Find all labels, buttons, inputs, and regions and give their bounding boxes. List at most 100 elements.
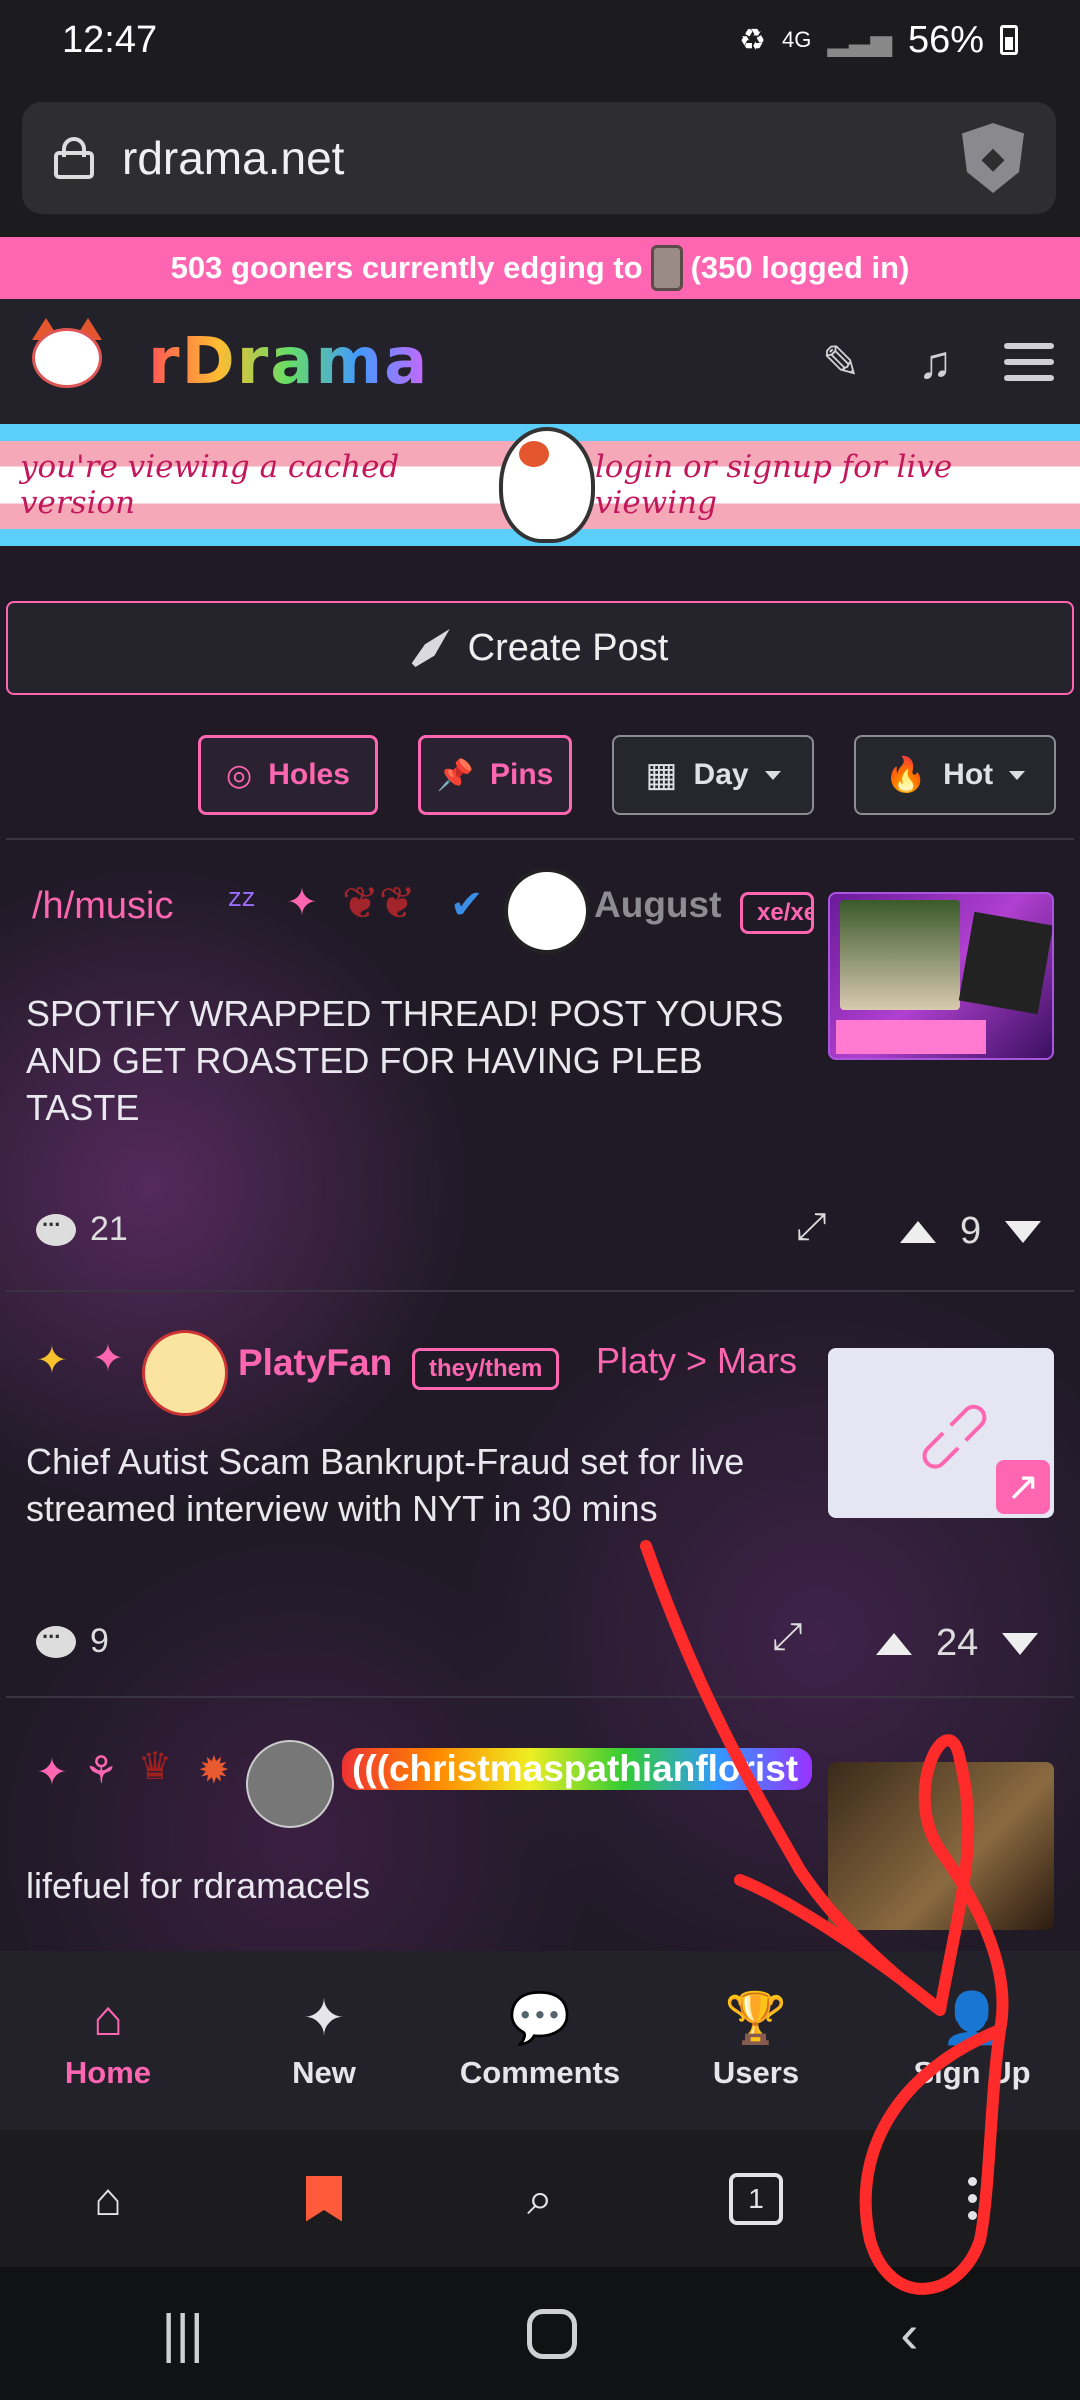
user-plus-icon: 👤 [940,1989,1004,2046]
time-filter-dropdown[interactable]: ▦ Day [612,735,814,815]
cached-version-banner: you're viewing a cached version login or… [0,424,1080,546]
pin-badge-icon: ✦ [286,882,318,924]
time-filter-label: Day [693,758,749,791]
external-link-icon[interactable]: ↗ [996,1460,1050,1514]
bookmark-icon [306,2175,342,2222]
search-icon[interactable]: ⌕ [500,2159,580,2239]
post-card[interactable]: ✦ ✦ PlatyFan they/them Platy > Mars ⊂⊃ ↗… [6,1290,1074,1696]
nav-comments-label: Comments [459,2054,621,2090]
lock-icon[interactable] [54,137,94,179]
jar-icon [650,245,683,291]
system-navigation-bar: ||| ‹ [0,2267,1080,2400]
author-name[interactable]: (((christmaspathianflorist [342,1748,812,1790]
tab-count: 1 [729,2172,783,2225]
site-bottom-nav: ⌂ Home ✦ New 💬 Comments 🏆 Users 👤 Sign U… [0,1951,1080,2130]
back-icon[interactable]: ‹ [900,2303,918,2365]
comments-link[interactable]: 21 [36,1206,128,1249]
post-score: 9 [960,1210,982,1252]
feather-icon[interactable]: ✎ [816,335,866,389]
post-thumbnail[interactable] [828,892,1054,1060]
post-thumbnail[interactable] [828,1762,1054,1930]
author-name[interactable]: PlatyFan [238,1342,392,1384]
flame-icon: 🔥 [884,756,928,794]
bookmarks-button[interactable] [284,2159,364,2239]
author-avatar[interactable] [504,868,590,954]
post-card[interactable]: ✦ ⚘ ♛ ✹ (((christmaspathianflorist lifef… [6,1696,1074,1956]
sort-dropdown[interactable]: 🔥 Hot [854,735,1056,815]
nav-users[interactable]: 🏆 Users [648,1951,864,2130]
nav-home-label: Home [64,2054,152,2090]
address-bar[interactable]: rdrama.net ◆ [22,102,1056,214]
cat-logo-icon[interactable] [26,316,108,408]
comment-icon [36,1618,76,1658]
author-avatar[interactable] [142,1330,228,1416]
author-name[interactable]: August [594,884,721,926]
pins-label: Pins [490,758,554,791]
nav-signup-label: Sign Up [913,2054,1031,2090]
author-avatar[interactable] [246,1740,334,1828]
upvote-icon[interactable] [876,1632,912,1655]
expand-icon[interactable]: ⤢ [796,1206,826,1249]
web-page: 503 gooners currently edging to (350 log… [0,237,1080,2130]
post-title[interactable]: lifefuel for rdramacels [26,1862,786,1909]
login-signup-link[interactable]: login or signup for live viewing [595,449,1060,521]
crown-badge-icon: ♛ [138,1746,173,1788]
comment-icon: 💬 [508,1989,572,2046]
holes-button[interactable]: ◎ Holes [198,735,378,815]
vote-controls: 24 [876,1622,1039,1665]
online-count-banner: 503 gooners currently edging to (350 log… [0,237,1080,299]
browser-home-icon[interactable]: ⌂ [68,2159,148,2239]
comment-icon [36,1206,76,1246]
sparkles-icon: ✦ [303,1989,345,2046]
tabs-button[interactable]: 1 [716,2159,796,2239]
vote-controls: 9 [900,1210,1042,1253]
nav-comments[interactable]: 💬 Comments [432,1951,648,2130]
sort-label: Hot [943,758,994,791]
post-score: 24 [936,1622,979,1664]
link-icon: ⊂⊃ [900,1382,1007,1490]
url-text[interactable]: rdrama.net [122,131,962,185]
cached-notice: you're viewing a cached version [20,449,400,521]
nav-new-label: New [292,2054,356,2090]
post-filters: ◎ Holes 📌 Pins ▦ Day 🔥 Hot [0,735,1080,819]
comments-link[interactable]: 9 [36,1618,109,1661]
music-icon[interactable]: ♫ [910,335,960,389]
chevron-down-icon [764,770,781,780]
comment-count: 9 [90,1622,109,1660]
post-title[interactable]: Chief Autist Scam Bankrupt-Fraud set for… [26,1438,826,1532]
pins-button[interactable]: 📌 Pins [418,735,572,815]
sleep-badge-icon: ᶻᶻ [228,882,256,924]
post-hole-link[interactable]: /h/music [32,885,173,928]
brave-shields-icon[interactable]: ◆ [962,123,1024,193]
battery-percent: 56% [907,18,984,61]
system-home-icon[interactable] [527,2308,578,2359]
logged-in-count: (350 logged in) [690,250,910,285]
nav-new[interactable]: ✦ New [216,1951,432,2130]
verified-badge-icon: ✔ [450,883,484,927]
link-thumbnail[interactable]: ⊂⊃ ↗ [828,1348,1054,1518]
recent-apps-icon[interactable]: ||| [162,2303,204,2365]
pronoun-badge: they/them [412,1348,560,1390]
nav-home[interactable]: ⌂ Home [0,1951,216,2130]
holes-label: Holes [268,758,350,791]
site-logo[interactable]: rDrama [148,325,429,399]
waving-cat-mascot [499,427,595,543]
upvote-icon[interactable] [900,1220,936,1243]
browser-toolbar: ⌂ ⌕ 1 [0,2130,1080,2267]
downvote-icon[interactable] [1005,1220,1042,1243]
post-title[interactable]: SPOTIFY WRAPPED THREAD! POST YOURS AND G… [26,990,806,1131]
status-time: 12:47 [62,18,158,61]
battery-icon [1000,25,1018,55]
expand-icon[interactable]: ⤢ [772,1616,802,1659]
more-menu-button[interactable] [932,2159,1012,2239]
post-card[interactable]: /h/music ᶻᶻ ✦ ❦❦ ✔ August xe/xe SPOTIFY … [6,838,1074,1290]
globe-icon: ◎ [226,758,253,792]
pin-icon: 📌 [436,758,474,792]
downvote-icon[interactable] [1002,1632,1039,1655]
battery-saver-icon: ♻ [739,23,766,57]
broom-badge-icon: ⚘ [84,1750,119,1792]
chevron-down-icon [1009,770,1026,780]
nav-signup[interactable]: 👤 Sign Up [864,1951,1080,2130]
menu-icon[interactable] [1004,342,1054,381]
create-post-button[interactable]: Create Post [6,601,1074,695]
